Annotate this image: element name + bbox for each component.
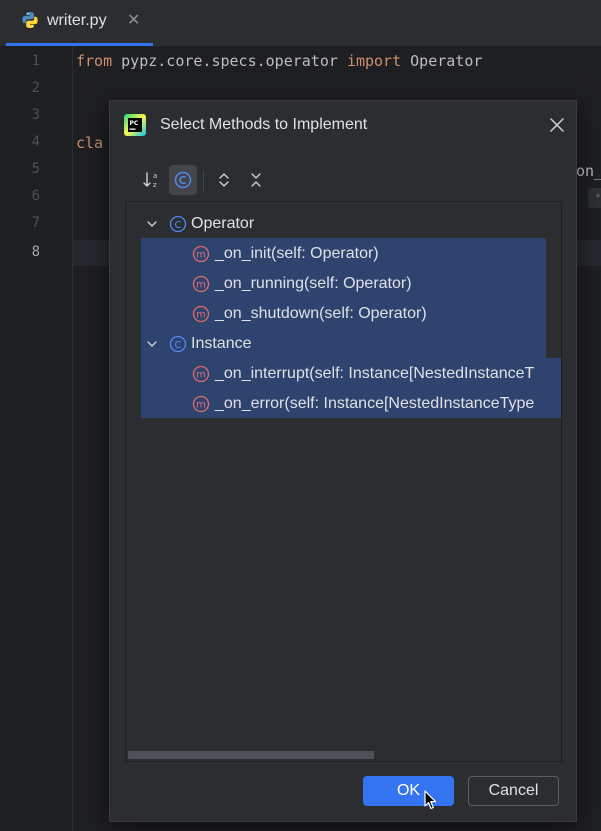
expand-all-icon — [219, 173, 229, 187]
dialog-title: Select Methods to Implement — [160, 116, 368, 133]
show-classes-icon — [174, 171, 192, 189]
svg-text:a: a — [153, 172, 157, 180]
svg-text:m: m — [196, 280, 206, 291]
toolbar-separator — [203, 170, 204, 192]
svg-text:z: z — [153, 181, 157, 189]
class-label: Operator — [191, 215, 255, 232]
class-icon: C — [169, 335, 187, 353]
line-number: 2 — [31, 80, 40, 96]
pycharm-logo-icon: PC — [124, 114, 146, 136]
python-icon — [22, 12, 38, 28]
methods-tree[interactable]: C Operator m _on_init(self: Operator) m … — [125, 201, 562, 762]
chevron-down-icon[interactable] — [145, 217, 159, 231]
editor-tab-bar: writer.py ✕ — [0, 0, 601, 46]
code-line-5-fragment: on_ — [576, 162, 601, 180]
collapse-all-button[interactable] — [242, 165, 270, 195]
line-number: 4 — [31, 134, 40, 150]
method-icon: m — [192, 305, 210, 323]
svg-text:m: m — [196, 370, 206, 381]
tab-writer-py[interactable]: writer.py ✕ — [0, 0, 153, 46]
mouse-pointer-icon — [424, 790, 437, 810]
show-classes-toggle[interactable] — [169, 165, 197, 195]
code-line-4: cla — [76, 134, 104, 152]
horizontal-scrollbar[interactable] — [128, 751, 374, 759]
svg-text:m: m — [196, 310, 206, 321]
close-icon[interactable]: ✕ — [127, 10, 140, 30]
line-number-current: 8 — [31, 244, 40, 260]
method-icon: m — [192, 245, 210, 263]
close-icon[interactable] — [547, 115, 567, 135]
method-label: _on_init(self: Operator) — [215, 245, 379, 262]
imported-name: Operator — [401, 52, 483, 70]
line-number: 3 — [31, 107, 40, 123]
sort-alphabetically-icon: a z — [143, 172, 157, 189]
svg-text:C: C — [175, 340, 182, 351]
method-icon: m — [192, 365, 210, 383]
sort-alphabetically-button[interactable]: a z — [138, 165, 166, 195]
method-label: _on_error(self: Instance[NestedInstanceT… — [215, 395, 535, 412]
tree-class-node[interactable]: C Operator — [126, 209, 561, 239]
method-label: _on_running(self: Operator) — [215, 275, 412, 292]
expand-all-button[interactable] — [210, 165, 238, 195]
svg-text:PC: PC — [130, 120, 139, 127]
svg-text:m: m — [196, 250, 206, 261]
cancel-button[interactable]: Cancel — [468, 776, 559, 806]
class-label: Instance — [191, 335, 252, 352]
keyword-from: from — [76, 52, 113, 70]
chevron-down-icon[interactable] — [145, 337, 159, 351]
method-label: _on_interrupt(self: Instance[NestedInsta… — [215, 365, 535, 382]
inline-hint: * — [588, 188, 601, 208]
ok-button[interactable]: OK — [363, 776, 454, 806]
class-icon: C — [169, 215, 187, 233]
module-path: pypz.core.specs.operator — [112, 52, 347, 70]
method-label: _on_shutdown(self: Operator) — [215, 305, 427, 322]
line-number: 6 — [31, 188, 40, 204]
svg-text:C: C — [175, 220, 182, 231]
keyword-import: import — [346, 52, 402, 70]
line-number: 1 — [31, 53, 40, 69]
select-methods-dialog: PC Select Methods to Implement a z C Ope… — [109, 100, 577, 822]
tree-method-item[interactable]: m _on_init(self: Operator) — [126, 239, 561, 269]
line-number-gutter: 1 2 3 4 5 6 7 8 — [0, 46, 73, 831]
tree-method-item[interactable]: m _on_interrupt(self: Instance[NestedIns… — [126, 359, 561, 389]
tree-method-item[interactable]: m _on_error(self: Instance[NestedInstanc… — [126, 389, 561, 419]
method-icon: m — [192, 395, 210, 413]
collapse-all-icon — [251, 173, 261, 187]
tab-title: writer.py — [47, 12, 107, 29]
code-line-1: from pypz.core.specs.operator import Ope… — [76, 52, 482, 70]
tree-class-node[interactable]: C Instance — [126, 329, 561, 359]
line-number: 7 — [31, 215, 40, 231]
tree-method-item[interactable]: m _on_running(self: Operator) — [126, 269, 561, 299]
line-number: 5 — [31, 161, 40, 177]
tree-method-item[interactable]: m _on_shutdown(self: Operator) — [126, 299, 561, 329]
svg-text:m: m — [196, 400, 206, 411]
method-icon: m — [192, 275, 210, 293]
